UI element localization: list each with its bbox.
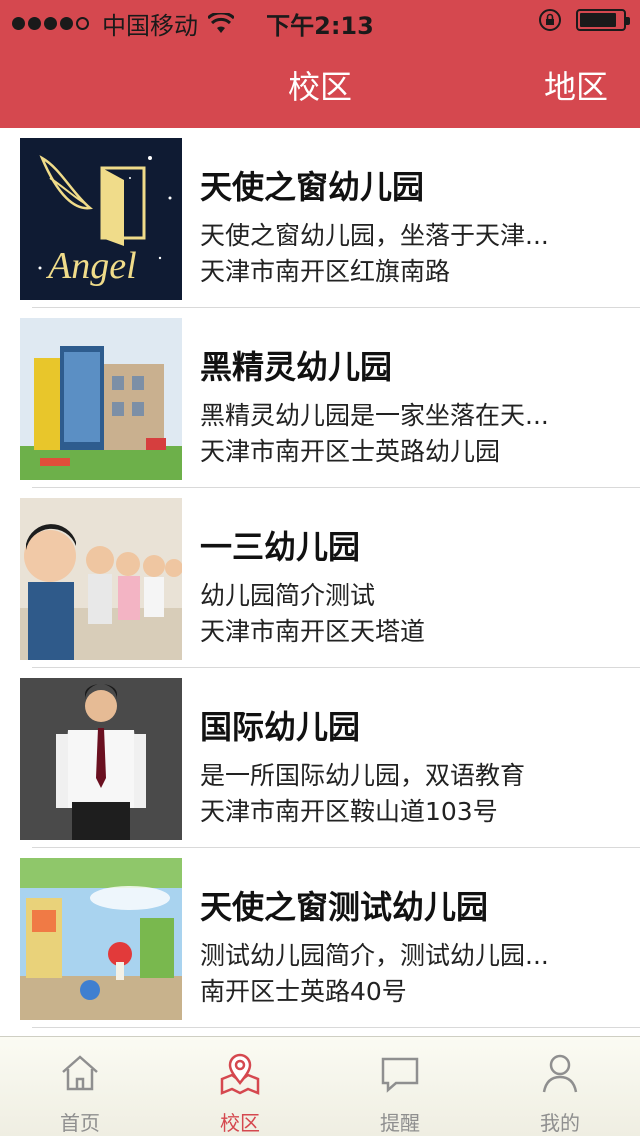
school-name: 天使之窗测试幼儿园 — [200, 888, 489, 926]
school-description: 幼儿园简介测试 — [200, 581, 376, 610]
school-list-item[interactable]: 天使之窗测试幼儿园 测试幼儿园简介，测试幼儿园... 南开区士英路40号 — [0, 848, 640, 1028]
school-address: 天津市南开区士英路幼儿园 — [200, 437, 501, 466]
school-address: 南开区士英路40号 — [200, 977, 407, 1006]
school-description: 是一所国际幼儿园，双语教育 — [200, 761, 526, 790]
tab-reminders[interactable]: 提醒 — [320, 1037, 480, 1136]
school-name: 一三幼儿园 — [200, 528, 361, 566]
message-icon — [381, 1057, 419, 1093]
school-address: 天津市南开区鞍山道103号 — [200, 797, 498, 826]
school-list-item[interactable]: 黑精灵幼儿园 黑精灵幼儿园是一家坐落在天... 天津市南开区士英路幼儿园 — [0, 308, 640, 488]
user-icon — [542, 1054, 578, 1093]
map-pin-icon — [220, 1053, 260, 1095]
tab-label: 校区 — [220, 1111, 260, 1135]
children-photo-image — [20, 498, 182, 660]
tab-label: 我的 — [540, 1111, 580, 1135]
tab-label: 首页 — [60, 1111, 100, 1135]
region-button[interactable]: 地区 — [544, 62, 608, 108]
school-address: 天津市南开区天塔道 — [200, 617, 426, 646]
tab-label: 提醒 — [380, 1111, 420, 1135]
tab-profile[interactable]: 我的 — [480, 1037, 640, 1136]
tab-campus[interactable]: 校区 — [160, 1037, 320, 1136]
home-icon — [62, 1055, 98, 1091]
school-list-item[interactable]: 国际幼儿园 是一所国际幼儿园，双语教育 天津市南开区鞍山道103号 — [0, 668, 640, 848]
rotation-lock-icon — [539, 9, 561, 31]
school-list-item[interactable]: Angel 天使之窗幼儿园 天使之窗幼儿园，坐落于天津... 天津市南开区红旗南… — [0, 128, 640, 308]
tab-home[interactable]: 首页 — [0, 1037, 160, 1136]
row-divider — [32, 1027, 640, 1028]
school-name: 黑精灵幼儿园 — [200, 348, 393, 386]
battery-icon — [576, 9, 630, 31]
school-list-item[interactable]: 一三幼儿园 幼儿园简介测试 天津市南开区天塔道 — [0, 488, 640, 668]
status-bar: 中国移动 下午2:13 — [0, 0, 640, 40]
tab-bar: 首页 校区 提醒 我的 — [0, 1036, 640, 1136]
header-bar: 中国移动 下午2:13 校区 地区 — [0, 0, 640, 128]
man-portrait-photo-image — [20, 678, 182, 840]
school-name: 国际幼儿园 — [200, 708, 361, 746]
status-right — [538, 8, 630, 32]
school-description: 天使之窗幼儿园，坐落于天津... — [200, 221, 549, 250]
playroom-photo-image — [20, 858, 182, 1020]
svg-text:Angel: Angel — [45, 245, 137, 287]
building-photo-image — [20, 318, 182, 480]
school-address: 天津市南开区红旗南路 — [200, 257, 451, 286]
school-name: 天使之窗幼儿园 — [200, 168, 425, 206]
school-description: 黑精灵幼儿园是一家坐落在天... — [200, 401, 549, 430]
angel-logo-image: Angel — [20, 138, 182, 300]
school-list: Angel 天使之窗幼儿园 天使之窗幼儿园，坐落于天津... 天津市南开区红旗南… — [0, 128, 640, 1036]
school-description: 测试幼儿园简介，测试幼儿园... — [200, 941, 549, 970]
